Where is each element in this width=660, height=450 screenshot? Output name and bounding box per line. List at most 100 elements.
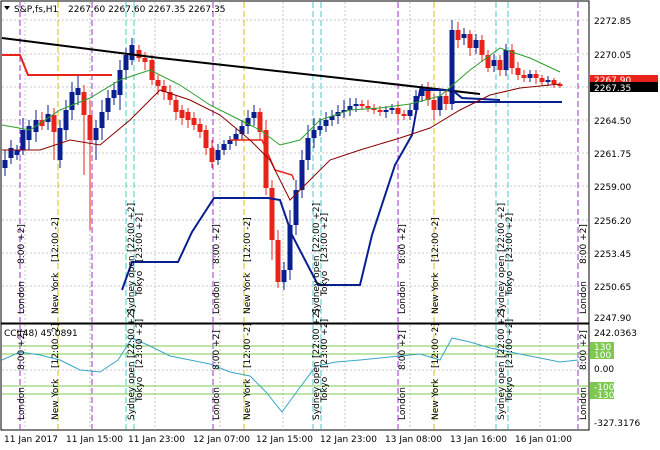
candle-bear [401,114,407,116]
candle-bear [395,108,401,114]
candle-bear [551,80,557,84]
session-label-london-time: 8:00 +2] [212,224,222,264]
cci-scale-label: 242.0363 [594,329,637,339]
time-label: 13 Jan 16:00 [450,435,507,445]
session-label-london-time: 8:00 +2] [212,330,222,370]
candle-bear [185,112,191,120]
candle-bear [269,188,275,240]
session-label-tokyo: Tokyo [135,270,145,297]
candle-bull [20,130,26,150]
candle-bear [365,106,371,108]
price-label: 2256.20 [594,217,631,227]
candle-bear [359,104,365,106]
candle-bull [299,160,305,190]
candle-bear [479,40,485,55]
session-label-london-time: 8:00 +2] [398,330,408,370]
session-label-newyork: New York [431,272,441,314]
session-label-tokyo-time: [23:00 +2] [135,319,145,368]
candle-bear [81,92,87,115]
session-label-tokyo: Tokyo [505,376,515,403]
session-label-tokyo-time: [23:00 +2] [320,213,330,262]
candle-bull [129,45,135,60]
time-label: 11 Jan 2017 [4,435,58,445]
candle-bear [155,80,161,86]
candle-bull [527,74,533,78]
price-label-bid: 2267.35 [594,84,631,94]
session-label-newyork: New York [51,378,61,420]
session-label-tokyo: Tokyo [320,376,330,403]
candle-bull [69,92,75,110]
price-chart[interactable]: S&P,fs,H1 2267.60 2267.60 2267.35 2267.3… [0,0,660,450]
candle-bear [431,100,437,110]
candle-bear [515,68,521,75]
candle-bear [136,50,142,58]
cci-scale-label: -327.3176 [594,419,640,429]
cci-scale-label: 0.00 [594,365,614,375]
session-label-newyork: New York [243,378,253,420]
candle-bull [317,126,323,130]
session-label-tokyo-time: [23:00 +2] [135,213,145,262]
candle-bear [443,96,449,104]
candle-bull [14,150,20,155]
session-label-newyork: New York [51,272,61,314]
candle-bull [383,110,389,112]
candle-bull [2,160,8,168]
candle-bull [123,55,129,70]
time-label: 13 Jan 08:00 [385,435,442,445]
candle-bull [111,90,117,98]
candle-bull [117,70,123,95]
session-label-london-time: 8:00 +2] [579,224,589,264]
candle-bull [233,134,239,140]
session-label-london-time: 8:00 +2] [17,330,27,370]
price-label: 2259.00 [594,183,631,193]
candle-bear [142,58,148,62]
time-label: 12 Jan 07:00 [193,435,250,445]
cci-scale-label: 100 [594,351,611,361]
session-label-london: London [212,281,222,314]
candle-bull [281,270,287,282]
candle-bull [215,150,221,160]
time-label: 16 Jan 01:00 [515,435,572,445]
session-label-tokyo: Tokyo [320,270,330,297]
session-label-london-time: 8:00 +2] [398,224,408,264]
candle-bull [105,98,111,112]
candle-bear [87,115,93,140]
time-label: 12 Jan 15:00 [256,435,313,445]
time-label: 11 Jan 15:00 [66,435,123,445]
price-label: 2272.85 [594,17,631,27]
session-label-newyork-time: [12:00 -2] [431,323,441,368]
candle-bull [221,144,227,150]
candle-bear [467,34,473,48]
session-label-london-time: 8:00 +2] [579,330,589,370]
session-label-newyork-time: [12:00 -2] [51,323,61,368]
candle-bear [521,75,527,78]
candle-bear [533,74,539,78]
session-label-london: London [17,281,27,314]
session-label-london: London [17,387,27,420]
chart-header-symbol: S&P,fs,H1 [14,5,58,15]
candle-bear [497,60,503,70]
price-label: 2250.65 [594,283,631,293]
candle-bull [75,88,81,95]
candle-bull [251,112,257,118]
time-label: 12 Jan 23:00 [320,435,377,445]
price-label: 2264.50 [594,117,631,127]
candle-bear [455,30,461,40]
candle-bull [389,108,395,110]
candle-bull [449,30,455,104]
time-label: 11 Jan 23:00 [128,435,185,445]
candle-bear [377,110,383,112]
session-label-newyork-time: [12:00 -2] [51,217,61,262]
candle-bull [461,34,467,38]
price-label: 2247.90 [594,314,631,324]
candle-bull [503,50,509,70]
price-label: 2261.75 [594,150,631,160]
candle-bear [191,118,197,125]
candle-bear [209,148,215,162]
session-label-tokyo-time: [23:00 +2] [505,319,515,368]
session-label-london: London [579,281,589,314]
cci-title: CCI(48) 45.0891 [4,329,78,339]
session-label-london: London [398,281,408,314]
session-label-london-time: 8:00 +2] [17,224,27,264]
candle-bear [203,130,209,148]
